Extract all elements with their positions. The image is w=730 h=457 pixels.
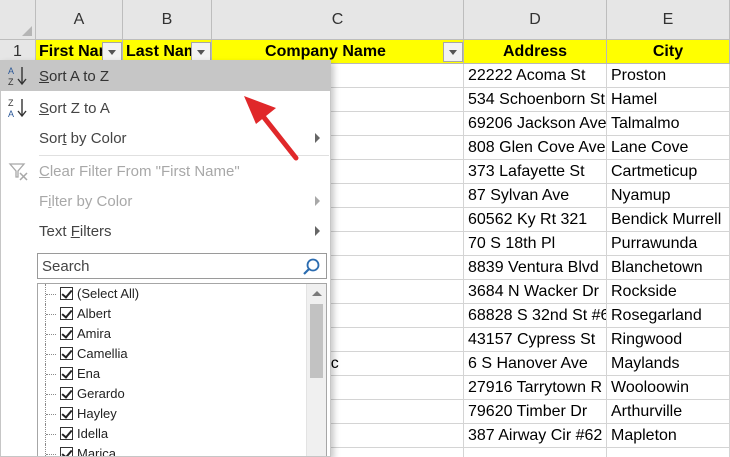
- spreadsheet: A B C D E 1 First Name Last Name Company…: [0, 0, 730, 457]
- pointer-arrow-icon: [244, 96, 299, 161]
